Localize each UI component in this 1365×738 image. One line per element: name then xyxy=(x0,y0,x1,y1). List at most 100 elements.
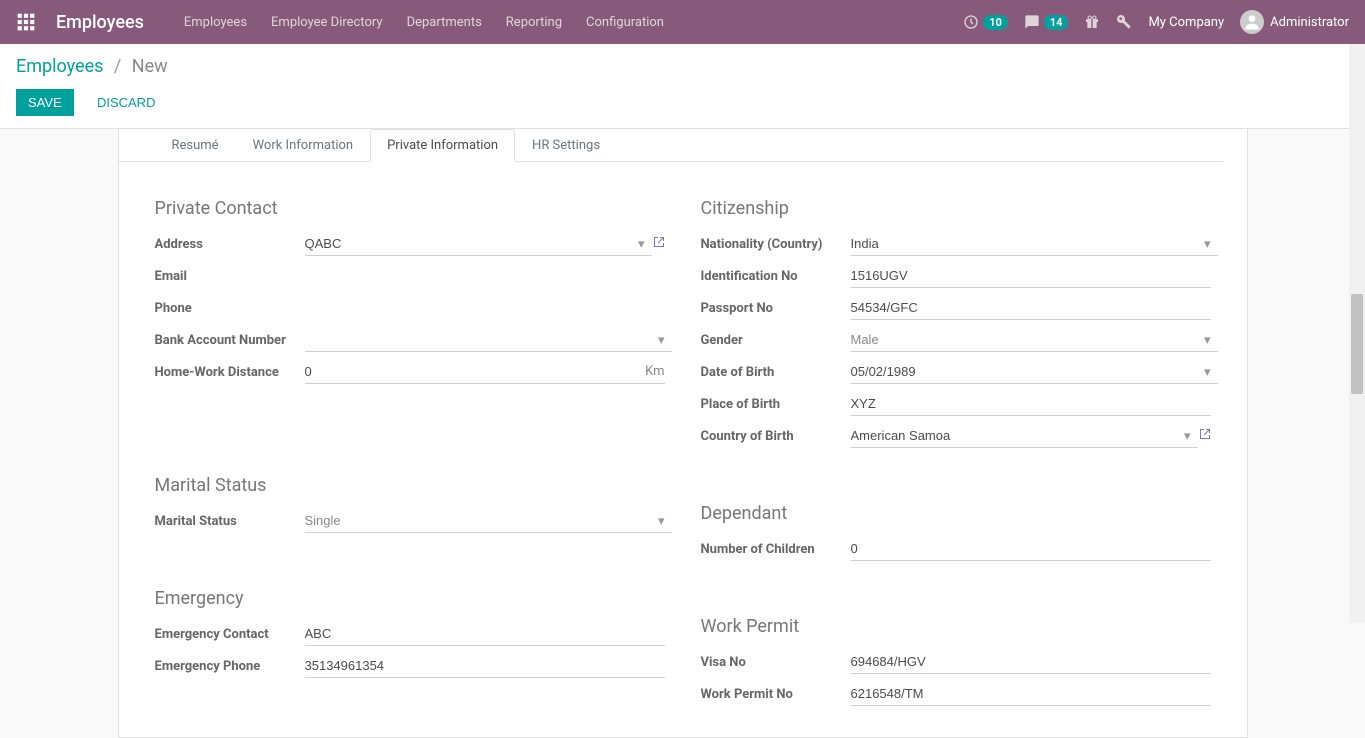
menu-configuration[interactable]: Configuration xyxy=(586,15,664,30)
label-emergency-phone: Emergency Phone xyxy=(155,659,305,674)
identification-input[interactable] xyxy=(851,264,1211,288)
row-distance: Home-Work Distance Km xyxy=(155,359,665,385)
label-phone: Phone xyxy=(155,301,305,316)
external-link-icon[interactable] xyxy=(1199,428,1211,444)
label-cob: Country of Birth xyxy=(701,429,851,444)
discard-button[interactable]: DISCARD xyxy=(85,89,168,116)
scrollbar-thumb[interactable] xyxy=(1351,294,1363,394)
section-marital: Marital Status xyxy=(155,475,665,496)
row-visa: Visa No xyxy=(701,649,1211,675)
top-navbar: Employees Employees Employee Directory D… xyxy=(0,0,1365,44)
pob-input[interactable] xyxy=(851,392,1211,416)
label-identification: Identification No xyxy=(701,269,851,284)
row-phone: Phone xyxy=(155,295,665,321)
label-nationality: Nationality (Country) xyxy=(701,237,851,252)
email-input[interactable] xyxy=(305,265,665,288)
section-work-permit: Work Permit xyxy=(701,616,1211,637)
distance-unit: Km xyxy=(645,364,664,379)
nationality-input[interactable] xyxy=(851,232,1218,256)
clock-icon xyxy=(963,14,979,30)
label-children: Number of Children xyxy=(701,542,851,557)
wrench-icon[interactable] xyxy=(1116,14,1132,30)
breadcrumb-current: New xyxy=(132,56,168,77)
menu-employee-directory[interactable]: Employee Directory xyxy=(271,15,383,30)
section-dependant: Dependant xyxy=(701,503,1211,524)
dob-input[interactable] xyxy=(851,360,1218,384)
label-permit: Work Permit No xyxy=(701,687,851,702)
avatar-icon xyxy=(1240,10,1264,34)
activity-button[interactable]: 10 xyxy=(963,14,1008,30)
label-email: Email xyxy=(155,269,305,284)
row-pob: Place of Birth xyxy=(701,391,1211,417)
tab-private-info[interactable]: Private Information xyxy=(370,129,515,162)
phone-input[interactable] xyxy=(305,297,665,320)
menu-departments[interactable]: Departments xyxy=(407,15,482,30)
label-distance: Home-Work Distance xyxy=(155,365,305,380)
section-citizenship: Citizenship xyxy=(701,198,1211,219)
tab-work-info[interactable]: Work Information xyxy=(236,129,371,162)
permit-input[interactable] xyxy=(851,682,1211,706)
section-private-contact: Private Contact xyxy=(155,198,665,219)
row-email: Email xyxy=(155,263,665,289)
user-menu[interactable]: Administrator xyxy=(1240,10,1349,34)
row-cob: Country of Birth ▾ xyxy=(701,423,1211,449)
row-address: Address ▾ xyxy=(155,231,665,257)
cob-input[interactable] xyxy=(851,424,1198,448)
bank-input[interactable] xyxy=(305,328,672,352)
visa-input[interactable] xyxy=(851,650,1211,674)
emergency-contact-input[interactable] xyxy=(305,622,665,646)
address-input[interactable] xyxy=(305,232,652,256)
marital-status-select[interactable] xyxy=(305,509,672,533)
nav-menu: Employees Employee Directory Departments… xyxy=(184,15,963,30)
row-permit: Work Permit No xyxy=(701,681,1211,707)
label-gender: Gender xyxy=(701,333,851,348)
breadcrumb-root[interactable]: Employees xyxy=(16,56,103,77)
user-name: Administrator xyxy=(1270,15,1349,30)
tab-resume[interactable]: Resumé xyxy=(155,129,236,162)
row-dob: Date of Birth ▾ xyxy=(701,359,1211,385)
messages-button[interactable]: 14 xyxy=(1024,14,1069,30)
children-input[interactable] xyxy=(851,537,1211,561)
label-passport: Passport No xyxy=(701,301,851,316)
menu-reporting[interactable]: Reporting xyxy=(506,15,562,30)
gift-icon[interactable] xyxy=(1084,14,1100,30)
systray: 10 14 My Company Administrator xyxy=(963,10,1349,34)
tab-bar: Resumé Work Information Private Informat… xyxy=(119,129,1223,162)
menu-employees[interactable]: Employees xyxy=(184,15,247,30)
right-column: Citizenship Nationality (Country) ▾ Iden… xyxy=(701,186,1211,713)
row-identification: Identification No xyxy=(701,263,1211,289)
row-children: Number of Children xyxy=(701,536,1211,562)
company-name[interactable]: My Company xyxy=(1148,15,1224,30)
scrollbar-track[interactable] xyxy=(1349,44,1365,623)
emergency-phone-input[interactable] xyxy=(305,654,665,678)
apps-icon[interactable] xyxy=(16,12,36,32)
label-marital-status: Marital Status xyxy=(155,514,305,529)
row-emergency-phone: Emergency Phone xyxy=(155,653,665,679)
passport-input[interactable] xyxy=(851,296,1211,320)
row-emergency-contact: Emergency Contact xyxy=(155,621,665,647)
app-brand[interactable]: Employees xyxy=(56,12,144,33)
row-nationality: Nationality (Country) ▾ xyxy=(701,231,1211,257)
form-body: Private Contact Address ▾ Email xyxy=(119,162,1223,713)
left-column: Private Contact Address ▾ Email xyxy=(155,186,665,713)
distance-input[interactable] xyxy=(305,360,665,384)
row-bank: Bank Account Number ▾ xyxy=(155,327,665,353)
row-marital-status: Marital Status ▾ xyxy=(155,508,665,534)
label-bank: Bank Account Number xyxy=(155,333,305,348)
external-link-icon[interactable] xyxy=(653,236,665,252)
section-emergency: Emergency xyxy=(155,588,665,609)
breadcrumb: Employees / New xyxy=(16,56,1349,77)
activity-badge: 10 xyxy=(983,15,1008,30)
form-sheet: Resumé Work Information Private Informat… xyxy=(118,129,1248,738)
control-panel: Employees / New SAVE DISCARD xyxy=(0,44,1365,129)
row-passport: Passport No xyxy=(701,295,1211,321)
label-dob: Date of Birth xyxy=(701,365,851,380)
gender-select[interactable] xyxy=(851,328,1218,352)
save-button[interactable]: SAVE xyxy=(16,89,74,116)
tab-hr-settings[interactable]: HR Settings xyxy=(515,129,617,162)
label-emergency-contact: Emergency Contact xyxy=(155,627,305,642)
chat-icon xyxy=(1024,14,1040,30)
breadcrumb-sep: / xyxy=(114,56,121,77)
sheet-background: Resumé Work Information Private Informat… xyxy=(0,129,1365,738)
label-address: Address xyxy=(155,237,305,252)
